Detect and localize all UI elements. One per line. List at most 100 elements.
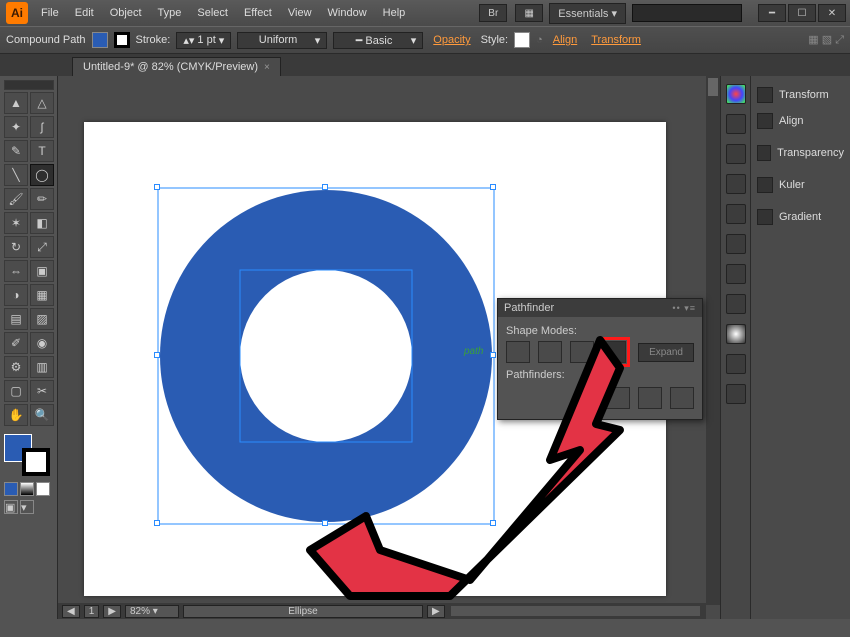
zoom-tool[interactable]: 🔍	[30, 404, 54, 426]
brush-style-select[interactable]: ━ Basic ▾	[333, 32, 423, 49]
pf-divide-button[interactable]	[606, 387, 630, 409]
status-next[interactable]: ▶	[427, 605, 445, 618]
menu-select[interactable]: Select	[190, 4, 235, 22]
swatches-icon[interactable]	[726, 144, 746, 164]
toolbox-grip[interactable]	[4, 80, 54, 90]
donut-shape[interactable]	[156, 186, 496, 526]
menu-type[interactable]: Type	[151, 4, 189, 22]
graph-tool[interactable]: ▥	[30, 356, 54, 378]
line-tool[interactable]: ╲	[4, 164, 28, 186]
graphic-style-swatch[interactable]	[514, 32, 530, 48]
gradient-icon[interactable]	[726, 264, 746, 284]
type-tool[interactable]: T	[30, 140, 54, 162]
none-mode-icon[interactable]	[36, 482, 50, 496]
color-mode-icon[interactable]	[4, 482, 18, 496]
menu-edit[interactable]: Edit	[68, 4, 101, 22]
pencil-tool[interactable]: ✏	[30, 188, 54, 210]
close-tab-icon[interactable]: ×	[264, 62, 270, 73]
control-bar: Compound Path Stroke: ▴▾ 1 pt ▾ Uniform …	[0, 26, 850, 54]
ellipse-tool[interactable]: ◯	[30, 164, 54, 186]
arrange-docs-icon[interactable]: ▦	[515, 4, 543, 22]
menu-help[interactable]: Help	[376, 4, 413, 22]
panel-transparency[interactable]: Transparency	[753, 140, 848, 166]
pf-unite-button[interactable]	[506, 341, 530, 363]
panel-kuler[interactable]: Kuler	[753, 172, 848, 198]
pf-minus-front-button[interactable]	[538, 341, 562, 363]
menu-effect[interactable]: Effect	[237, 4, 279, 22]
artboard-tool[interactable]: ▢	[4, 380, 28, 402]
workspace-selector[interactable]: Essentials ▾	[549, 3, 626, 24]
pf-trim-button[interactable]	[638, 387, 662, 409]
gradient-tool[interactable]: ▨	[30, 308, 54, 330]
layers-icon[interactable]	[726, 384, 746, 404]
stroke-weight-input[interactable]: ▴▾ 1 pt ▾	[176, 32, 231, 49]
symbol-sprayer-tool[interactable]: ⚙	[4, 356, 28, 378]
perspective-tool[interactable]: ▦	[30, 284, 54, 306]
pf-expand-button[interactable]: Expand	[638, 343, 694, 362]
paintbrush-tool[interactable]: 🖌	[4, 188, 28, 210]
menu-view[interactable]: View	[281, 4, 319, 22]
lasso-tool[interactable]: ʃ	[30, 116, 54, 138]
color-panel-icon[interactable]	[726, 84, 746, 104]
fill-swatch[interactable]	[92, 32, 108, 48]
color-guide-icon[interactable]	[726, 114, 746, 134]
window-maximize[interactable]: ☐	[788, 4, 816, 22]
pathfinder-header[interactable]: Pathfinder •• ▾≡	[498, 299, 702, 317]
screen-mode-icon[interactable]: ▣	[4, 500, 18, 514]
scale-tool[interactable]: ⤢	[30, 236, 54, 258]
style-label: Style:	[481, 34, 509, 46]
change-screen-icon[interactable]: ▾	[20, 500, 34, 514]
eraser-tool[interactable]: ◧	[30, 212, 54, 234]
symbols-icon[interactable]	[726, 204, 746, 224]
pf-exclude-button[interactable]	[602, 341, 626, 363]
pathfinder-panel[interactable]: Pathfinder •• ▾≡ Shape Modes: Expand Pat…	[497, 298, 703, 420]
bridge-icon[interactable]: Br	[479, 4, 507, 22]
shape-builder-tool[interactable]: ◑	[4, 284, 28, 306]
panel-transform[interactable]: Transform	[753, 82, 848, 108]
document-tab[interactable]: Untitled-9* @ 82% (CMYK/Preview) ×	[72, 57, 281, 76]
artboard-next[interactable]: ▶	[103, 605, 121, 618]
transform-link[interactable]: Transform	[587, 34, 645, 46]
magic-wand-tool[interactable]: ✦	[4, 116, 28, 138]
graphic-styles-icon[interactable]	[726, 354, 746, 374]
fill-stroke-control[interactable]	[4, 434, 54, 478]
zoom-level[interactable]: 82% ▾	[125, 605, 179, 618]
horizontal-scrollbar[interactable]	[451, 606, 700, 616]
stroke-color[interactable]	[22, 448, 50, 476]
rotate-tool[interactable]: ↻	[4, 236, 28, 258]
artboard-number[interactable]: 1	[84, 605, 100, 618]
transparency-icon[interactable]	[726, 294, 746, 314]
free-transform-tool[interactable]: ▣	[30, 260, 54, 282]
search-input[interactable]	[632, 4, 742, 22]
vertical-scrollbar[interactable]	[706, 76, 720, 605]
menu-file[interactable]: File	[34, 4, 66, 22]
panel-align[interactable]: Align	[753, 108, 848, 134]
window-minimize[interactable]: ━	[758, 4, 786, 22]
blob-brush-tool[interactable]: ✶	[4, 212, 28, 234]
menu-window[interactable]: Window	[321, 4, 374, 22]
brush-def-select[interactable]: Uniform ▾	[237, 32, 327, 49]
stroke-swatch[interactable]	[114, 32, 130, 48]
stroke-panel-icon[interactable]	[726, 234, 746, 254]
artboard-prev[interactable]: ◀	[62, 605, 80, 618]
pen-tool[interactable]: ✎	[4, 140, 28, 162]
width-tool[interactable]: ⇔	[4, 260, 28, 282]
opacity-link[interactable]: Opacity	[429, 34, 474, 46]
pf-merge-button[interactable]	[670, 387, 694, 409]
menu-object[interactable]: Object	[103, 4, 149, 22]
align-link[interactable]: Align	[549, 34, 581, 46]
eyedropper-tool[interactable]: ✐	[4, 332, 28, 354]
appearance-icon[interactable]	[726, 324, 746, 344]
mesh-tool[interactable]: ▤	[4, 308, 28, 330]
menubar: File Edit Object Type Select Effect View…	[34, 4, 412, 22]
hand-tool[interactable]: ✋	[4, 404, 28, 426]
direct-selection-tool[interactable]: △	[30, 92, 54, 114]
gradient-mode-icon[interactable]	[20, 482, 34, 496]
pf-intersect-button[interactable]	[570, 341, 594, 363]
blend-tool[interactable]: ◉	[30, 332, 54, 354]
panel-gradient[interactable]: Gradient	[753, 204, 848, 230]
brushes-icon[interactable]	[726, 174, 746, 194]
selection-tool[interactable]: ▲	[4, 92, 28, 114]
window-close[interactable]: ✕	[818, 4, 846, 22]
slice-tool[interactable]: ✂	[30, 380, 54, 402]
